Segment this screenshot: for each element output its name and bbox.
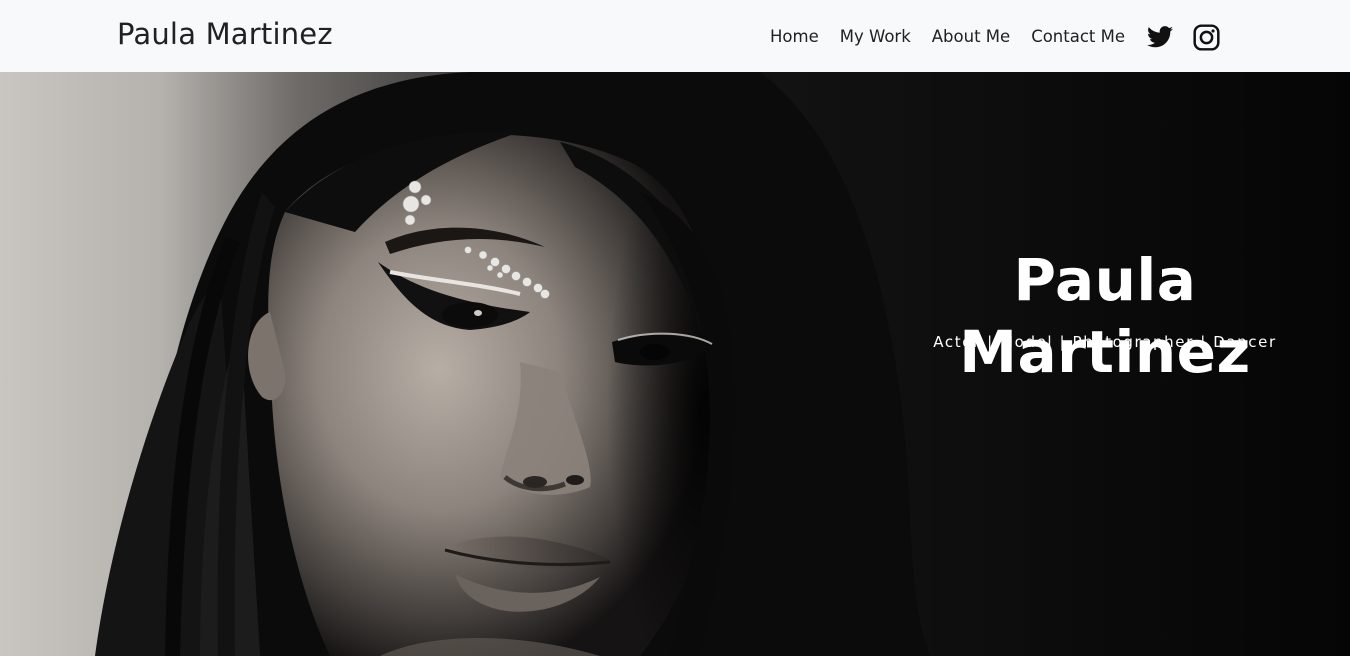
- hero-subtitle: Actor | Model | Photographer | Dancer: [933, 333, 1277, 351]
- nav-links: Home My Work About Me Contact Me: [770, 23, 1238, 51]
- twitter-icon[interactable]: [1146, 23, 1174, 51]
- nav-link-contact-me[interactable]: Contact Me: [1031, 23, 1125, 51]
- brand-link[interactable]: Paula Martinez: [117, 13, 333, 55]
- nav-link-home[interactable]: Home: [770, 23, 819, 51]
- nav-link-about-me[interactable]: About Me: [932, 23, 1010, 51]
- navbar: Paula Martinez Home My Work About Me Con…: [0, 0, 1350, 72]
- hero-title: Paula Martinez: [959, 246, 1251, 386]
- hero-section: Paula Martinez Actor | Model | Photograp…: [0, 72, 1350, 656]
- instagram-icon[interactable]: [1192, 23, 1220, 51]
- nav-link-my-work[interactable]: My Work: [840, 23, 911, 51]
